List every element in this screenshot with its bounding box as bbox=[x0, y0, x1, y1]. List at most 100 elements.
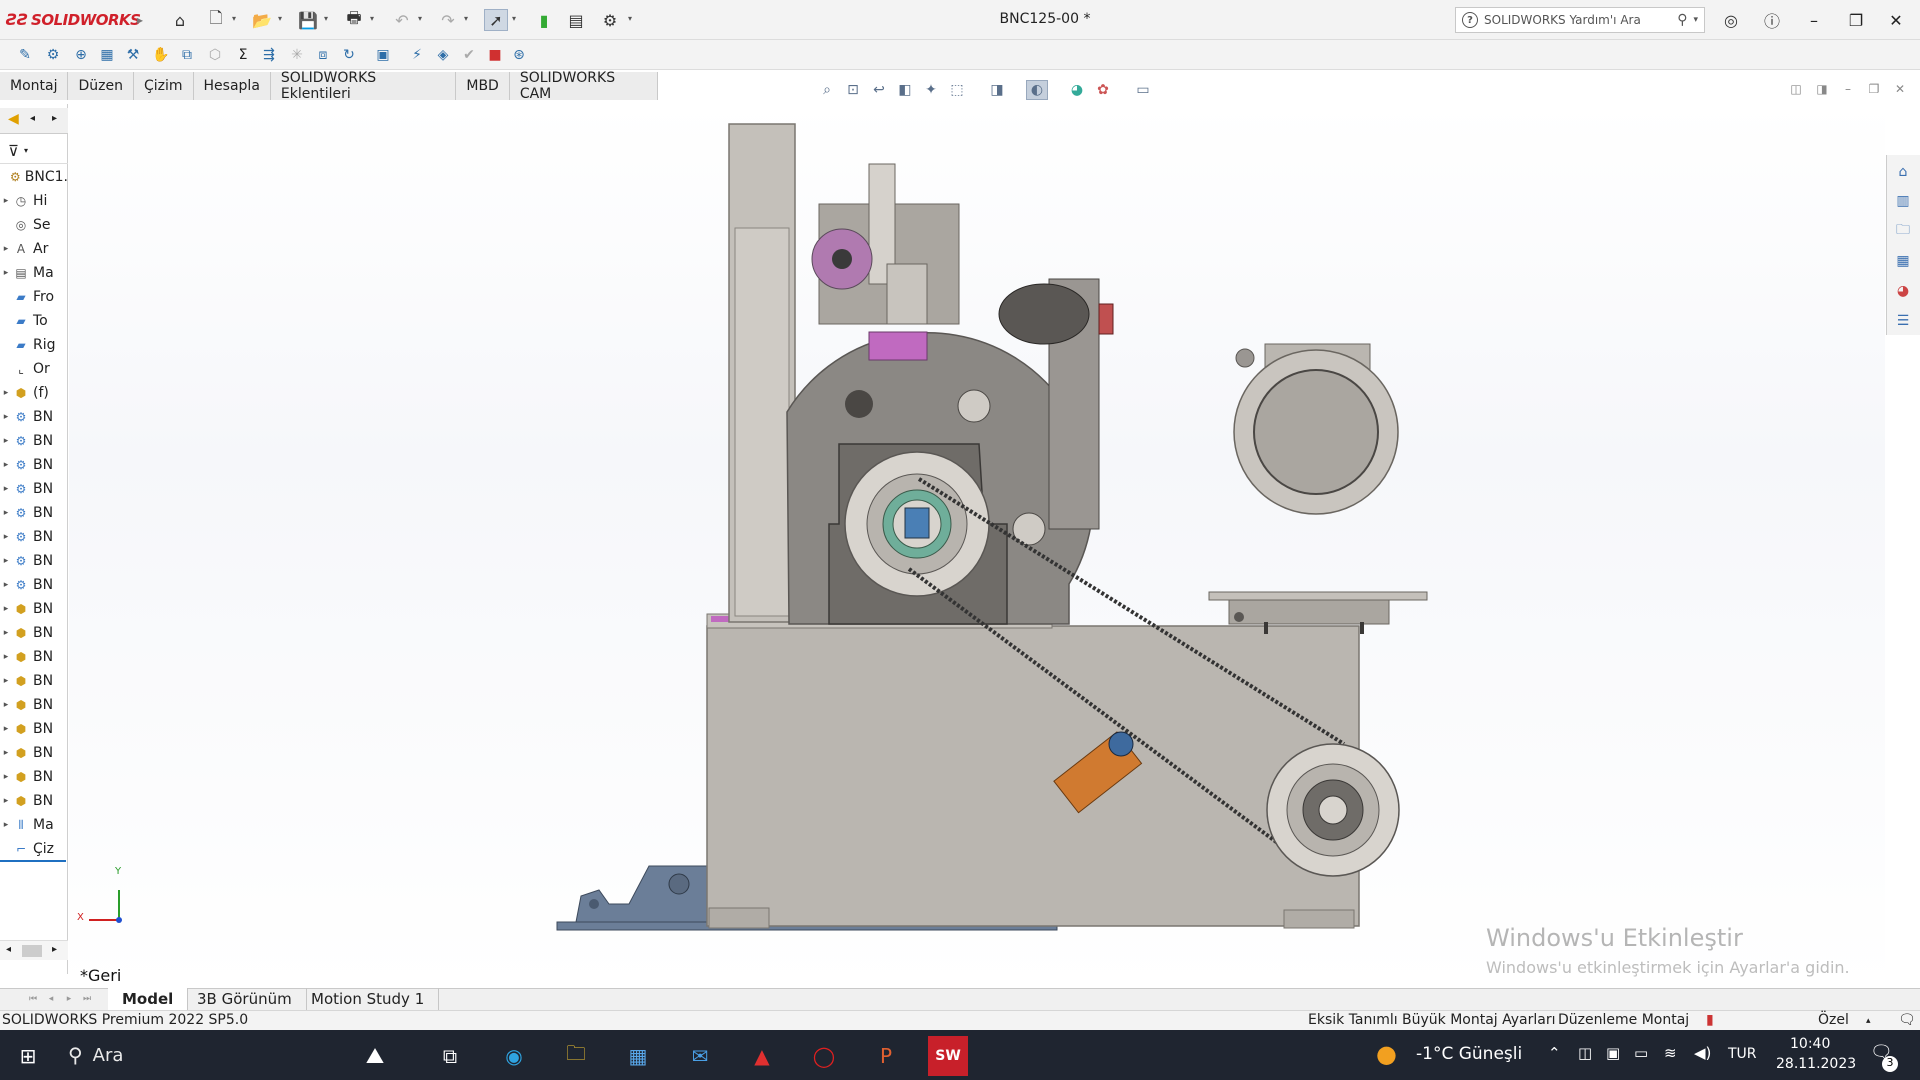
print-icon[interactable]: 🖶 bbox=[342, 8, 366, 31]
tab-mbd[interactable]: MBD bbox=[456, 72, 510, 100]
large-assembly-mode-icon[interactable]: ⚡ bbox=[406, 45, 428, 65]
redo-icon[interactable]: ↷ bbox=[436, 9, 460, 31]
zoom-to-area-icon[interactable]: ⊡ bbox=[842, 80, 864, 100]
expand-arrow-icon[interactable]: ▸ bbox=[0, 508, 12, 518]
expand-arrow-icon[interactable]: ▸ bbox=[0, 244, 12, 254]
select-arrow-icon[interactable]: ➚ bbox=[484, 9, 508, 31]
tab-model[interactable]: Model bbox=[108, 988, 189, 1010]
panel-scroll-right-icon[interactable]: ▸ bbox=[52, 113, 57, 124]
expand-arrow-icon[interactable]: ▸ bbox=[0, 412, 12, 422]
rebuild-icon[interactable]: ▮ bbox=[532, 9, 556, 31]
status-large-assembly[interactable]: Büyük Montaj Ayarları bbox=[1402, 1012, 1555, 1028]
interference-icon[interactable]: ◈ bbox=[432, 45, 454, 65]
menu-expand-icon[interactable]: ▸ bbox=[128, 9, 152, 31]
doc-restore-icon[interactable]: ❐ bbox=[1864, 80, 1884, 98]
wifi-icon[interactable]: ≋ bbox=[1664, 1044, 1677, 1062]
tab-prev-icon[interactable]: ◂ bbox=[44, 992, 58, 1006]
clearance-icon[interactable]: ■ bbox=[484, 45, 506, 65]
expand-arrow-icon[interactable]: ▸ bbox=[0, 748, 12, 758]
expand-arrow-icon[interactable]: ▸ bbox=[0, 436, 12, 446]
battery-icon[interactable]: ▭ bbox=[1634, 1044, 1648, 1062]
solidworks-resources-icon[interactable]: ⌂ bbox=[1892, 161, 1914, 183]
scroll-left-icon[interactable]: ◂ bbox=[6, 944, 11, 955]
tree-item[interactable]: ▸ ◷ Hi bbox=[0, 190, 68, 212]
filter-funnel-icon[interactable]: ⊽ bbox=[8, 142, 19, 160]
search-icon[interactable]: ⚲ bbox=[1677, 12, 1687, 28]
save-icon[interactable]: 💾 bbox=[296, 9, 320, 31]
feature-tree-tab-icon[interactable]: ◀ bbox=[8, 111, 19, 127]
rebuild-status-icon[interactable]: ▮ bbox=[1706, 1012, 1714, 1028]
tree-item[interactable]: ▸ ⚙ BN bbox=[0, 574, 68, 596]
tree-item[interactable]: ⚙ BNC1. bbox=[0, 166, 68, 188]
clock-time[interactable]: 10:40 bbox=[1790, 1036, 1830, 1052]
scroll-thumb[interactable] bbox=[22, 945, 42, 957]
user-account-icon[interactable]: ◎ bbox=[1719, 9, 1743, 31]
weather-sun-icon[interactable]: ● bbox=[1376, 1040, 1397, 1068]
file-explorer-taskbar-icon[interactable]: 🗀 bbox=[556, 1036, 596, 1076]
mountain-highlight-icon[interactable]: ⛰ bbox=[330, 1036, 420, 1076]
windows-start-icon[interactable]: ⊞ bbox=[8, 1036, 48, 1076]
expand-arrow-icon[interactable]: ▸ bbox=[0, 796, 12, 806]
expand-arrow-icon[interactable]: ▸ bbox=[0, 484, 12, 494]
opera-icon[interactable]: ◯ bbox=[804, 1036, 844, 1076]
instant3d-icon[interactable]: ⧈ bbox=[312, 45, 334, 65]
tab-3d-view[interactable]: 3B Görünüm bbox=[183, 988, 307, 1010]
tab-last-icon[interactable]: ⏭ bbox=[80, 992, 94, 1006]
tree-item[interactable]: ◎ Se bbox=[0, 214, 68, 236]
save-dropdown-icon[interactable]: ▾ bbox=[324, 14, 332, 24]
tree-item[interactable]: ▰ Fro bbox=[0, 286, 68, 308]
expand-arrow-icon[interactable]: ▸ bbox=[0, 772, 12, 782]
tab-first-icon[interactable]: ⏮ bbox=[26, 992, 40, 1006]
machine-model-render[interactable] bbox=[69, 104, 1885, 988]
zoom-to-fit-icon[interactable]: ⌕ bbox=[816, 80, 838, 100]
tree-horizontal-scrollbar[interactable]: ◂ ▸ bbox=[0, 940, 68, 960]
filter-dropdown-icon[interactable]: ▾ bbox=[24, 146, 28, 155]
solidworks-taskbar-icon[interactable]: SW bbox=[928, 1036, 968, 1076]
move-component-icon[interactable]: ✋ bbox=[150, 45, 172, 65]
expand-arrow-icon[interactable]: ▸ bbox=[0, 604, 12, 614]
tree-item[interactable]: ▸ ⚙ BN bbox=[0, 430, 68, 452]
edit-appearance-icon[interactable]: ◕ bbox=[1066, 80, 1088, 100]
solidworks-logo[interactable]: ƧƧ SOLIDWORKS bbox=[6, 10, 141, 29]
language-indicator[interactable]: TUR bbox=[1728, 1046, 1757, 1062]
file-explorer-icon[interactable]: 🗀 bbox=[1892, 220, 1914, 242]
tree-item[interactable]: ▸ ▤ Ma bbox=[0, 262, 68, 284]
mail-icon[interactable]: ✉ bbox=[680, 1036, 720, 1076]
scroll-right-icon[interactable]: ▸ bbox=[52, 944, 57, 955]
tree-item[interactable]: ▸ ⚙ BN bbox=[0, 478, 68, 500]
tree-item[interactable]: ▸ ⚙ BN bbox=[0, 526, 68, 548]
tree-item[interactable]: ▸ ⬢ BN bbox=[0, 670, 68, 692]
tile-right-icon[interactable]: ◨ bbox=[1812, 80, 1832, 98]
tab-duzen[interactable]: Düzen bbox=[68, 72, 134, 100]
panel-scroll-left-icon[interactable]: ◂ bbox=[30, 113, 35, 124]
tile-left-icon[interactable]: ◫ bbox=[1786, 80, 1806, 98]
new-dropdown-icon[interactable]: ▾ bbox=[232, 14, 240, 24]
tree-item[interactable]: ⌞ Or bbox=[0, 358, 68, 380]
expand-arrow-icon[interactable]: ▸ bbox=[0, 580, 12, 590]
dynamic-annotation-icon[interactable]: ✦ bbox=[920, 80, 942, 100]
custom-properties-icon[interactable]: ☰ bbox=[1892, 310, 1914, 332]
tray-chevron-icon[interactable]: ⌃ bbox=[1548, 1044, 1561, 1062]
tree-item[interactable]: ▸ ⬢ BN bbox=[0, 646, 68, 668]
search-dropdown-icon[interactable]: ▾ bbox=[1693, 15, 1698, 25]
clock-date[interactable]: 28.11.2023 bbox=[1776, 1056, 1856, 1072]
expand-arrow-icon[interactable]: ▸ bbox=[0, 460, 12, 470]
tree-item[interactable]: ▸ ⬢ (f) bbox=[0, 382, 68, 404]
appearances-icon[interactable]: ◕ bbox=[1892, 280, 1914, 302]
tab-montaj[interactable]: Montaj bbox=[0, 72, 69, 100]
app-tray-icon[interactable]: ▣ bbox=[1606, 1044, 1620, 1062]
expand-arrow-icon[interactable]: ▸ bbox=[0, 532, 12, 542]
mate-icon[interactable]: ⊕ bbox=[70, 45, 92, 65]
expand-arrow-icon[interactable]: ▸ bbox=[0, 196, 12, 206]
open-dropdown-icon[interactable]: ▾ bbox=[278, 14, 286, 24]
minimize-button[interactable]: – bbox=[1794, 8, 1834, 32]
task-view-icon[interactable]: ⧉ bbox=[430, 1036, 470, 1076]
tree-item[interactable]: ▸ ⬢ BN bbox=[0, 694, 68, 716]
redo-dropdown-icon[interactable]: ▾ bbox=[464, 14, 472, 24]
open-icon[interactable]: 📂 bbox=[250, 9, 274, 31]
view-orientation-icon[interactable]: ⬚ bbox=[946, 80, 968, 100]
bom-sigma-icon[interactable]: Σ bbox=[232, 45, 254, 65]
expand-arrow-icon[interactable]: ▸ bbox=[0, 388, 12, 398]
file-properties-icon[interactable]: ▤ bbox=[564, 9, 588, 31]
expand-arrow-icon[interactable]: ▸ bbox=[0, 676, 12, 686]
